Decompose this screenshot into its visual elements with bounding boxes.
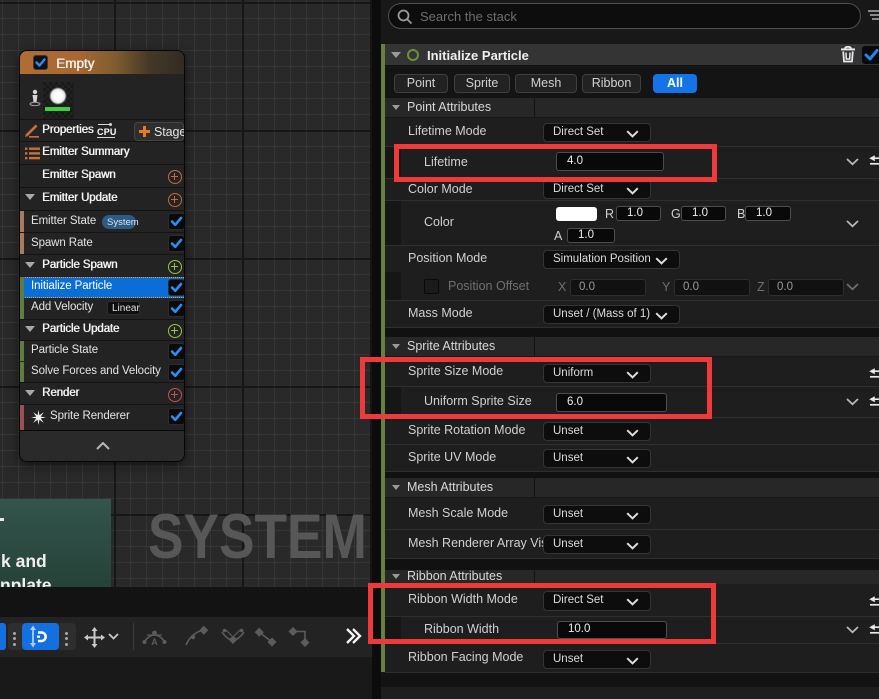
svg-text:A: A	[151, 637, 158, 647]
